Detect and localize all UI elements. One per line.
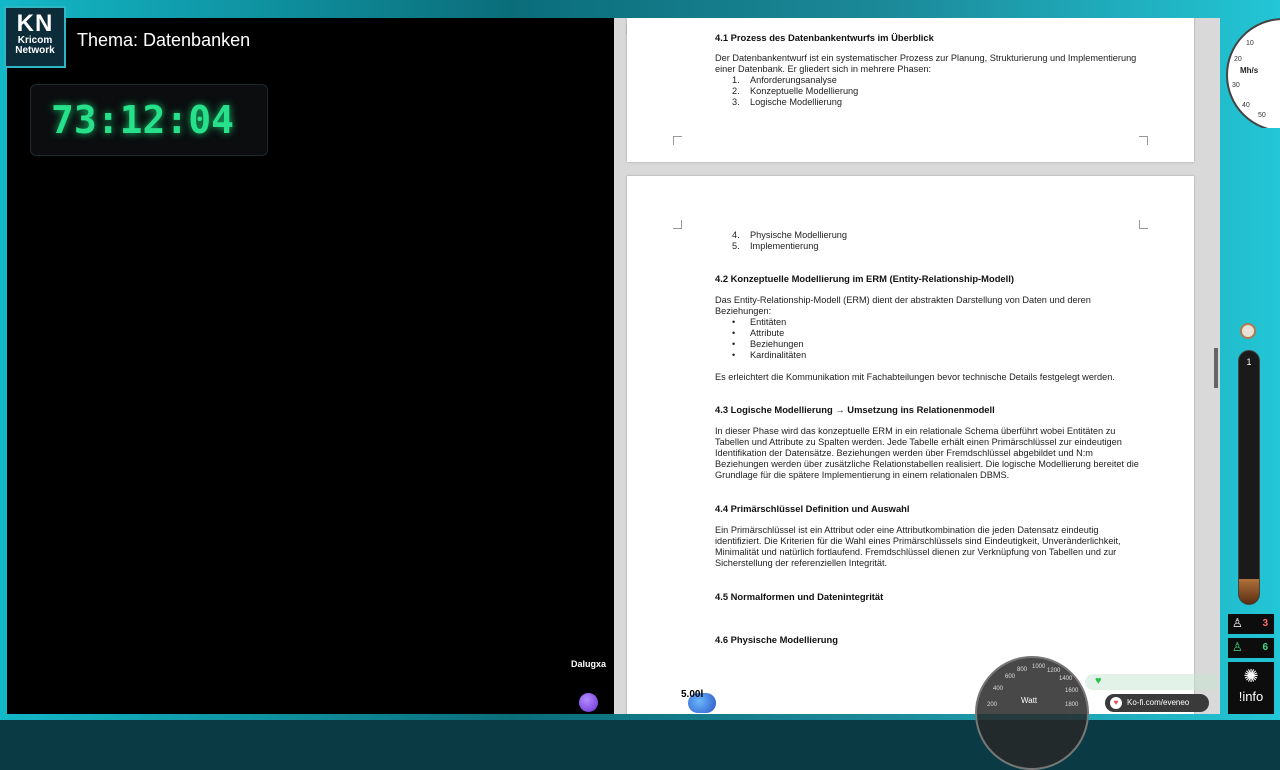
logo-line-2: Network [15,45,55,56]
alert-ghost-text: VIRAGripper Eveneo Awagoo043 [671,650,717,677]
stream-timer: 73:12:04 [30,84,268,156]
section-4-1-heading: 4.1 Prozess des Datenbankentwurfs im Übe… [715,32,934,43]
tube-fill [1239,578,1259,604]
list-item: 1. Anforderungsanalyse [732,75,837,85]
timer-value: 73:12:04 [51,98,235,142]
list-item: • Kardinalitäten [732,350,807,360]
logo-initials: KN [16,10,54,37]
page2-content: 4. Physische Modellierung 5. Implementieru… [715,230,1145,645]
viewer-count: ♙ 3 [1228,614,1274,634]
list-item: • Beziehungen [732,339,804,349]
kricom-network-logo: KN Kricom Network [4,6,66,68]
page1-content: 4.1 Prozess des Datenbankentwurfs im Übe… [715,32,1145,108]
vertical-scrollbar[interactable] [1214,348,1218,388]
section-4-2-paragraph: Das Entity-Relationship-Modell (ERM) die… [715,295,1091,316]
section-4-6-heading: 4.6 Physische Modellierung [715,634,838,645]
section-4-4-paragraph: Ein Primärschlüssel ist ein Attribut ode… [715,525,1121,568]
user-icon: ♙ [1232,616,1243,630]
margin-corner [1139,136,1148,145]
section-4-2-heading: 4.2 Konzeptuelle Modellierung im ERM (En… [715,273,1014,284]
sparkle-icon: ✺ [1243,666,1259,686]
gauge-label: Watt [1021,696,1038,705]
heart-icon: ♥ [1095,675,1102,687]
section-4-4-heading: 4.4 Primärschlüssel Definition und Auswa… [715,503,910,514]
coffee-level-tube: 1 [1238,350,1260,605]
margin-corner [673,220,682,229]
section-4-3-paragraph: In dieser Phase wird das konzeptuelle ER… [715,426,1139,480]
list-item: • Attribute [732,328,785,338]
list-item: 4. Physische Modellierung [732,230,848,240]
kofi-label: Ko-fi.com/eveneo [1127,698,1190,707]
section-4-1-paragraph: Der Datenbankentwurf ist ein systematisc… [715,53,1137,74]
document-viewer[interactable]: 123456789101112131415161718 4.1 Prozess … [614,18,1220,714]
tube-level-label: 1 [1246,357,1252,367]
user-check-icon: ♙ [1232,640,1243,654]
erm-bullet-list: • Entitäten • Attribute • Beziehungen • Kard… [715,317,1145,361]
list-item: • Entitäten [732,317,787,327]
section-4-2-closing: Es erleichtert die Kommunikation mit Fac… [715,372,1115,382]
score-value: 5.00l [681,689,704,700]
follower-count: ♙ 6 [1228,638,1274,658]
kofi-cup-icon: ♥ [1110,697,1122,709]
section-4-5-heading: 4.5 Normalformen und Datenintegrität [715,591,884,602]
margin-corner [1139,220,1148,229]
list-item: 3. Logische Modellierung [732,97,842,107]
margin-corner [673,136,682,145]
info-command[interactable]: ✺ !info [1228,662,1274,714]
notification-pill: ♥ [1085,674,1219,690]
speedometer-unit: Mh/s [1240,66,1259,75]
list-item: 2. Konzeptuelle Modellierung [732,86,859,96]
watt-gauge: 400 600 800 1000 1200 1400 1600 1800 200… [975,656,1089,770]
stream-topic: Thema: Datenbanken [77,30,251,50]
avatar-orb-icon [579,693,598,712]
phase-list: 1. Anforderungsanalyse 2. Konzeptuelle Mod… [715,75,1145,108]
section-4-3-heading: 4.3 Logische Modellierung → Umsetzung in… [715,404,995,415]
chat-username: Dalugxa [571,659,607,669]
hashrate-speedometer: 10 20 30 40 50 Mh/s [1220,18,1280,128]
info-label: !info [1238,689,1264,704]
kofi-link[interactable]: ♥ Ko-fi.com/eveneo [1105,694,1209,712]
document-page-2: 4. Physische Modellierung 5. Implementieru… [627,176,1194,714]
document-page-1: 4.1 Prozess des Datenbankentwurfs im Übe… [627,18,1194,162]
coffee-cup-icon [1240,323,1256,339]
list-item: 5. Implementierung [732,241,819,251]
